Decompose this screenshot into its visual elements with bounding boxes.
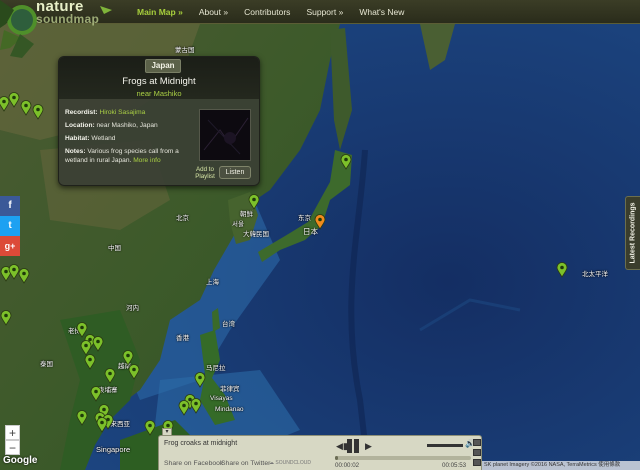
time-elapsed: 00:00:02 xyxy=(335,462,360,469)
nav-about[interactable]: About » xyxy=(199,7,228,17)
map-label-thailand: 泰国 xyxy=(40,361,53,368)
nav-whats-new[interactable]: What's New xyxy=(359,7,404,17)
listen-button[interactable]: Listen xyxy=(219,166,251,179)
player-menu-icon[interactable] xyxy=(473,439,481,446)
player-list-icon[interactable] xyxy=(473,459,481,466)
map-label-south-korea: 大韓民国 xyxy=(243,231,269,238)
map-label-taiwan: 台湾 xyxy=(222,321,235,328)
googleplus-share-button[interactable]: g+ xyxy=(0,236,20,256)
map-marker-pin-icon[interactable] xyxy=(144,420,156,436)
facebook-share-button[interactable]: f xyxy=(0,196,20,216)
map-marker-pin-icon[interactable] xyxy=(90,386,102,402)
nav-support[interactable]: Support » xyxy=(306,7,343,17)
next-icon: ▶ xyxy=(365,441,372,451)
habitat-row: Habitat: Wetland xyxy=(65,135,116,142)
map-marker-pin-icon[interactable] xyxy=(194,372,206,388)
recording-info-card: Japan Frogs at Midnight near Mashiko Rec… xyxy=(58,56,260,186)
map-marker-pin-icon[interactable] xyxy=(92,336,104,352)
main-nav: Main Map » About » Contributors Support … xyxy=(137,0,420,24)
recording-details: Recordist: Hiroki Sasajima Location: nea… xyxy=(65,108,195,169)
country-tab[interactable]: Japan xyxy=(145,59,181,73)
player-share-facebook[interactable]: Share on Facebook xyxy=(164,460,223,467)
map-label-tokyo: 东京 xyxy=(298,215,311,222)
map-label-mindanao: Mindanao xyxy=(215,406,244,413)
notes-row: Notes: Various frog species call from a … xyxy=(65,148,179,164)
map-marker-pin-icon[interactable] xyxy=(76,410,88,426)
map-label-hanoi: 河内 xyxy=(126,305,139,312)
pause-button[interactable] xyxy=(345,439,361,453)
map-marker-pin-icon[interactable] xyxy=(248,194,260,210)
recordist-row: Recordist: Hiroki Sasajima xyxy=(65,109,146,116)
google-logo: Google xyxy=(3,455,38,466)
latest-recordings-tab[interactable]: Latest Recordings xyxy=(625,196,640,270)
recording-subtitle: near Mashiko xyxy=(136,89,182,98)
pause-icon xyxy=(347,439,352,453)
soundcloud-icon: ☁ xyxy=(269,460,274,466)
add-to-playlist-button[interactable]: Add to Playlist xyxy=(194,166,216,180)
audio-player: Frog croaks at midnight Share on Faceboo… xyxy=(158,435,482,470)
recording-thumbnail xyxy=(199,109,251,161)
map-marker-pin-icon[interactable] xyxy=(96,417,108,433)
map-marker-pin-icon[interactable] xyxy=(190,398,202,414)
map-label-visayas: Visayas xyxy=(210,395,233,402)
map-label-beijing: 北京 xyxy=(176,215,189,222)
volume-slider[interactable] xyxy=(427,444,463,447)
map-label-philippines: 菲律宾 xyxy=(220,386,240,393)
zoom-out-button[interactable]: − xyxy=(5,440,20,455)
map-marker-pin-icon[interactable] xyxy=(340,154,352,170)
map-marker-pin-icon[interactable] xyxy=(32,104,44,120)
player-track-title: Frog croaks at midnight xyxy=(164,440,238,447)
map-marker-pin-icon[interactable] xyxy=(84,354,96,370)
progress-bar[interactable] xyxy=(335,456,471,460)
site-logo[interactable]: nature soundmap xyxy=(0,0,130,64)
map-marker-pin-icon[interactable] xyxy=(20,100,32,116)
nav-main-map[interactable]: Main Map » xyxy=(137,7,183,17)
map-label-china: 中国 xyxy=(108,245,121,252)
more-info-link[interactable]: More info xyxy=(133,157,161,164)
soundcloud-logo: ☁ SOUNDCLOUD xyxy=(269,460,311,466)
recording-title: Frogs at Midnight xyxy=(122,76,196,87)
map-label-shanghai: 上海 xyxy=(206,279,219,286)
map-label-manila: 马尼拉 xyxy=(206,365,226,372)
map-marker-pin-icon[interactable] xyxy=(18,268,30,284)
map-label-singapore: Singapore xyxy=(96,445,131,454)
logo-wordmark: nature soundmap xyxy=(36,0,100,26)
next-track-button[interactable]: ▶ xyxy=(365,441,372,452)
nav-contributors[interactable]: Contributors xyxy=(244,7,290,17)
map-marker-pin-icon[interactable] xyxy=(128,364,140,380)
map-label-seoul: 서울 xyxy=(232,221,244,228)
player-share-twitter[interactable]: Share on Twitter xyxy=(221,460,270,467)
map-marker-pin-icon[interactable] xyxy=(0,310,12,326)
map-marker-pin-icon[interactable] xyxy=(556,262,568,278)
twitter-share-button[interactable]: t xyxy=(0,216,20,236)
time-total: 00:05:53 xyxy=(442,462,467,469)
recordist-link[interactable]: Hiroki Sasajima xyxy=(99,109,145,116)
map-label-mongolia: 蒙古国 xyxy=(175,47,195,54)
map-marker-pin-icon[interactable] xyxy=(104,368,116,384)
progress-fill xyxy=(335,456,338,460)
player-shuffle-icon[interactable] xyxy=(473,449,481,456)
map-attribution: SK planet Imagery ©2016 NASA, TerraMetri… xyxy=(482,461,640,470)
map-marker-pin-icon[interactable] xyxy=(8,92,20,108)
map-label-hongkong: 香港 xyxy=(176,335,189,342)
map-label-north-pacific: 北太平洋 xyxy=(582,271,608,278)
location-row: Location: near Mashiko, Japan xyxy=(65,122,158,129)
map-marker-pin-icon[interactable] xyxy=(178,400,190,416)
selected-marker-pin-icon[interactable] xyxy=(314,214,326,230)
zoom-in-button[interactable]: + xyxy=(5,425,20,440)
